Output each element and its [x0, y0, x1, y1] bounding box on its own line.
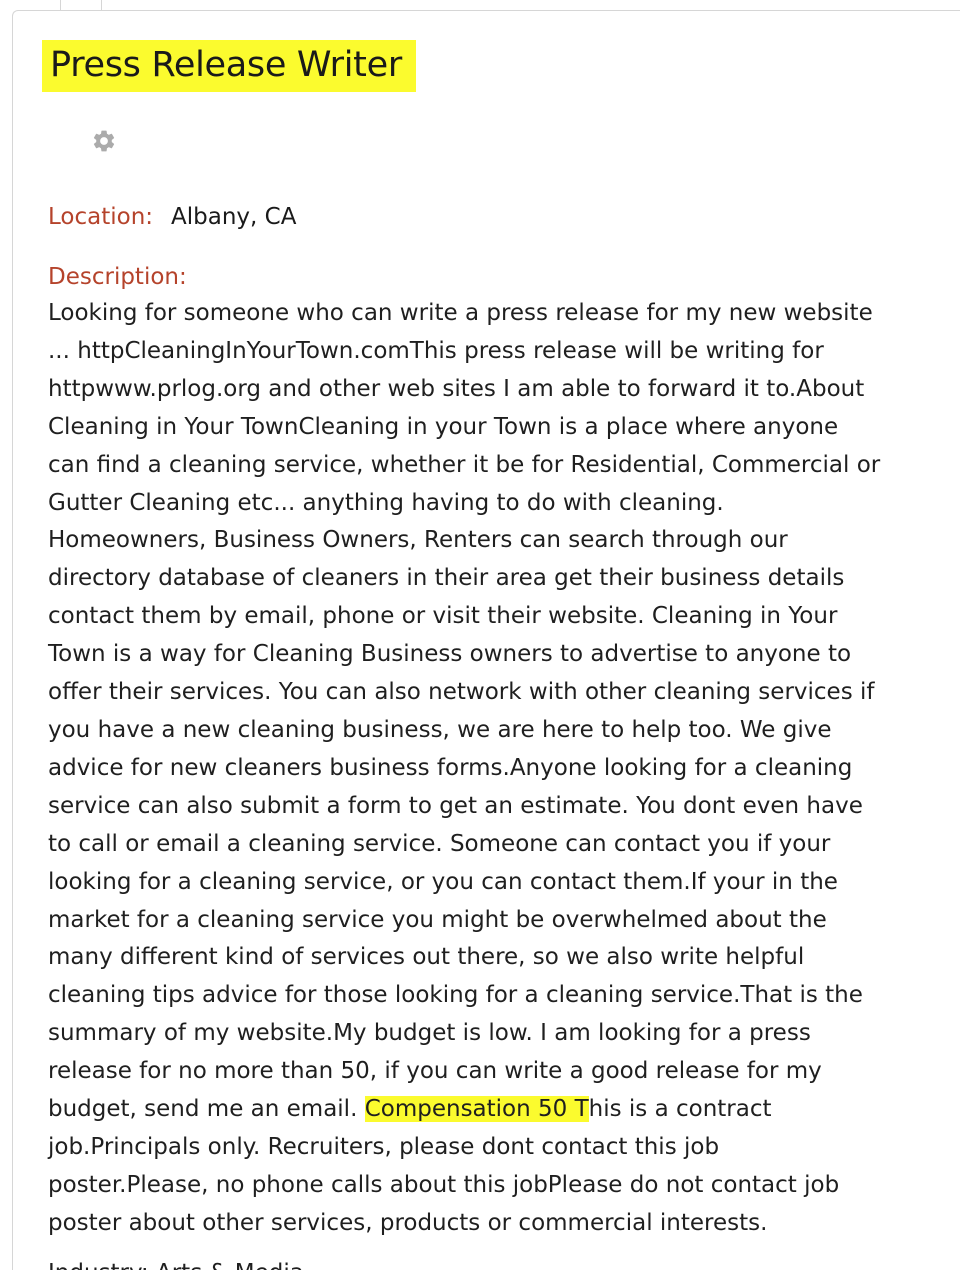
description-line: many different kind of services out ther…: [48, 944, 805, 971]
description-line: service can also submit a form to get an…: [48, 792, 863, 819]
description-line: offer their services. You can also netwo…: [48, 679, 875, 706]
gear-icon-svg: [93, 130, 115, 152]
title-highlight: Press Release Writer: [42, 40, 416, 92]
location-label: Location:: [48, 204, 154, 230]
description-line: Town is a way for Cleaning Business owne…: [48, 641, 852, 668]
description-line: can find a cleaning service, whether it …: [48, 451, 881, 478]
description-line: Homeowners, Business Owners, Renters can…: [48, 527, 788, 554]
gear-icon[interactable]: [89, 126, 119, 156]
description-text: his is a contract: [588, 1096, 772, 1123]
description-label: Description:: [48, 264, 187, 290]
description-text: budget, send me an email.: [48, 1096, 365, 1123]
description-line: cleaning tips advice for those looking f…: [48, 982, 863, 1009]
description-line: poster.Please, no phone calls about this…: [48, 1171, 840, 1198]
industry-row: Industry: Arts & Media: [48, 1256, 304, 1270]
description-line: advice for new cleaners business forms.A…: [48, 754, 853, 781]
description-line: poster about other services, products or…: [48, 1209, 768, 1236]
description-line: release for no more than 50, if you can …: [48, 1058, 822, 1085]
description-line: Gutter Cleaning etc... anything having t…: [48, 489, 724, 516]
description-body: Looking for someone who can write a pres…: [48, 295, 943, 1243]
description-line: market for a cleaning service you might …: [48, 906, 827, 933]
description-line: Cleaning in Your TownCleaning in your To…: [48, 413, 839, 440]
description-line: contact them by email, phone or visit th…: [48, 603, 838, 630]
description-line: directory database of cleaners in their …: [48, 565, 845, 592]
listing-page: Press Release Writer Location: Albany, CA…: [0, 0, 960, 1270]
location-value: Albany, CA: [171, 204, 297, 230]
description-line: Looking for someone who can write a pres…: [48, 300, 873, 326]
location-row: Location: Albany, CA: [48, 200, 296, 234]
description-line-compensation: budget, send me an email. Compensation 5…: [48, 1091, 943, 1129]
description-line: httpwww.prlog.org and other web sites I …: [48, 375, 865, 402]
description-line: to call or email a cleaning service. Som…: [48, 830, 831, 857]
tab-notch: [60, 0, 102, 10]
listing-title: Press Release Writer: [50, 45, 402, 85]
description-line: ... httpCleaningInYourTown.comThis press…: [48, 337, 824, 364]
compensation-highlight: Compensation 50 T: [364, 1096, 589, 1123]
description-line: job.Principals only. Recruiters, please …: [48, 1133, 720, 1160]
description-line: summary of my website.My budget is low. …: [48, 1020, 811, 1047]
description-line: looking for a cleaning service, or you c…: [48, 868, 838, 895]
description-line: you have a new cleaning business, we are…: [48, 716, 832, 743]
